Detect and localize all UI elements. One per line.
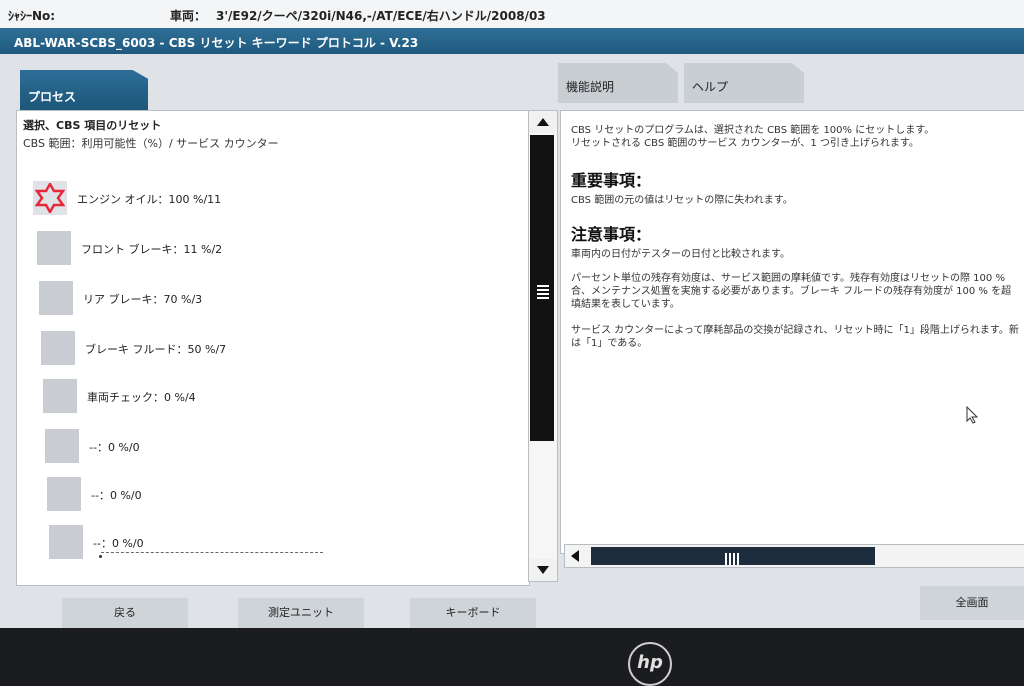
note-line-1: 車両内の日付がテスターの日付と比較されます。 [571,249,790,260]
scroll-left-button[interactable] [565,545,587,567]
chassis-label: ｼｬｼｰNo: [8,9,56,23]
note-line-3a: サービス カウンターによって摩耗部品の交換が記録され、リセット時に「1」段階上げ… [571,325,1019,336]
cbs-item-list: 選択、CBS 項目のリセット CBS 範囲：利用可能性（%）/ サービス カウン… [16,110,530,586]
description-horizontal-scrollbar[interactable] [564,544,1024,568]
tab-help[interactable]: ヘルプ [684,63,804,103]
note-line-2b: 合、メンテナンス処置を実施する必要があります。ブレーキ フルードの残存有効度が … [571,286,1012,297]
note-line-2a: パーセント単位の残存有効度は、サービス範囲の摩耗値です。残存有効度はリセットの際… [571,273,1005,284]
vehicle-label: 車両： [170,9,207,23]
item-checkbox[interactable] [45,429,79,463]
intro-line-1: CBS リセットのプログラムは、選択された CBS 範囲を 100% にセットし… [571,125,935,136]
item-checkbox[interactable] [43,379,77,413]
list-subheading: CBS 範囲：利用可能性（%）/ サービス カウンター [23,137,279,150]
tab-process-label: プロセス [28,90,77,104]
important-text: CBS 範囲の元の値はリセットの際に失われます。 [571,195,793,206]
item-label: --：0 %/0 [91,489,142,502]
fullscreen-button[interactable]: 全画面 [920,586,1024,620]
tab-function-description[interactable]: 機能説明 [558,63,678,103]
item-checkbox[interactable] [39,281,73,315]
hp-logo-text: hp [637,652,663,673]
note-line-3b: は「1」である。 [571,338,648,349]
keyboard-button[interactable]: キーボード [410,598,536,628]
item-label: フロント ブレーキ：11 %/2 [81,243,223,256]
list-dashed-divider [101,552,323,553]
arrow-up-icon [537,118,549,126]
item-label: --：0 %/0 [93,537,144,550]
work-area: プロセス 機能説明 ヘルプ 選択、CBS 項目のリセット CBS 範囲：利用可能… [0,54,1024,628]
grip-icon [537,285,549,301]
grip-icon [725,550,741,569]
bottom-button-bar: 戻る 測定ユニット キーボード 全画面 [0,586,1024,628]
scroll-up-button[interactable] [529,111,557,133]
note-heading: 注意事項： [571,225,652,244]
window-title: ABL-WAR-SCBS_6003 - CBS リセット キーワード プロトコル… [14,36,419,50]
intro-line-2: リセットされる CBS 範囲のサービス カウンターが、1 つ引き上げられます。 [571,138,919,149]
arrow-left-icon [571,550,579,562]
item-label: --：0 %/0 [89,441,140,454]
item-label: ブレーキ フルード：50 %/7 [85,343,227,356]
scroll-thumb[interactable] [530,135,554,441]
vehicle-info-bar: ｼｬｼｰNo: 車両： 3'/E92/クーペ/320i/N46,-/AT/ECE… [0,0,1024,29]
tab-function-label: 機能説明 [566,80,615,94]
hp-logo: hp [628,642,672,686]
item-label: 車両チェック：0 %/4 [87,391,196,404]
window-title-bar: ABL-WAR-SCBS_6003 - CBS リセット キーワード プロトコル… [0,28,1024,54]
item-label: エンジン オイル：100 %/11 [77,193,222,206]
tab-help-label: ヘルプ [692,80,729,94]
item-label: リア ブレーキ：70 %/3 [83,293,203,306]
list-heading: 選択、CBS 項目のリセット [23,119,162,132]
tab-process[interactable]: プロセス [20,70,148,110]
list-bullet [99,555,102,558]
arrow-down-icon [537,566,549,574]
item-checkbox[interactable] [37,231,71,265]
back-button[interactable]: 戻る [62,598,188,628]
important-heading: 重要事項： [571,171,652,190]
selected-star-icon [35,183,65,213]
item-checkbox[interactable] [49,525,83,559]
diagnostic-screen: ｼｬｼｰNo: 車両： 3'/E92/クーペ/320i/N46,-/AT/ECE… [0,0,1024,628]
description-panel: CBS リセットのプログラムは、選択された CBS 範囲を 100% にセットし… [560,110,1024,554]
vehicle-value: 3'/E92/クーペ/320i/N46,-/AT/ECE/右ハンドル/2008/… [216,9,546,23]
list-vertical-scrollbar[interactable] [528,110,558,582]
note-line-2c: 填結果を表しています。 [571,299,680,310]
horizontal-scroll-thumb[interactable] [591,547,875,565]
item-checkbox[interactable] [41,331,75,365]
measurement-unit-button[interactable]: 測定ユニット [238,598,364,628]
item-checkbox[interactable] [47,477,81,511]
mouse-cursor-icon [966,406,978,424]
scroll-down-button[interactable] [529,559,557,581]
